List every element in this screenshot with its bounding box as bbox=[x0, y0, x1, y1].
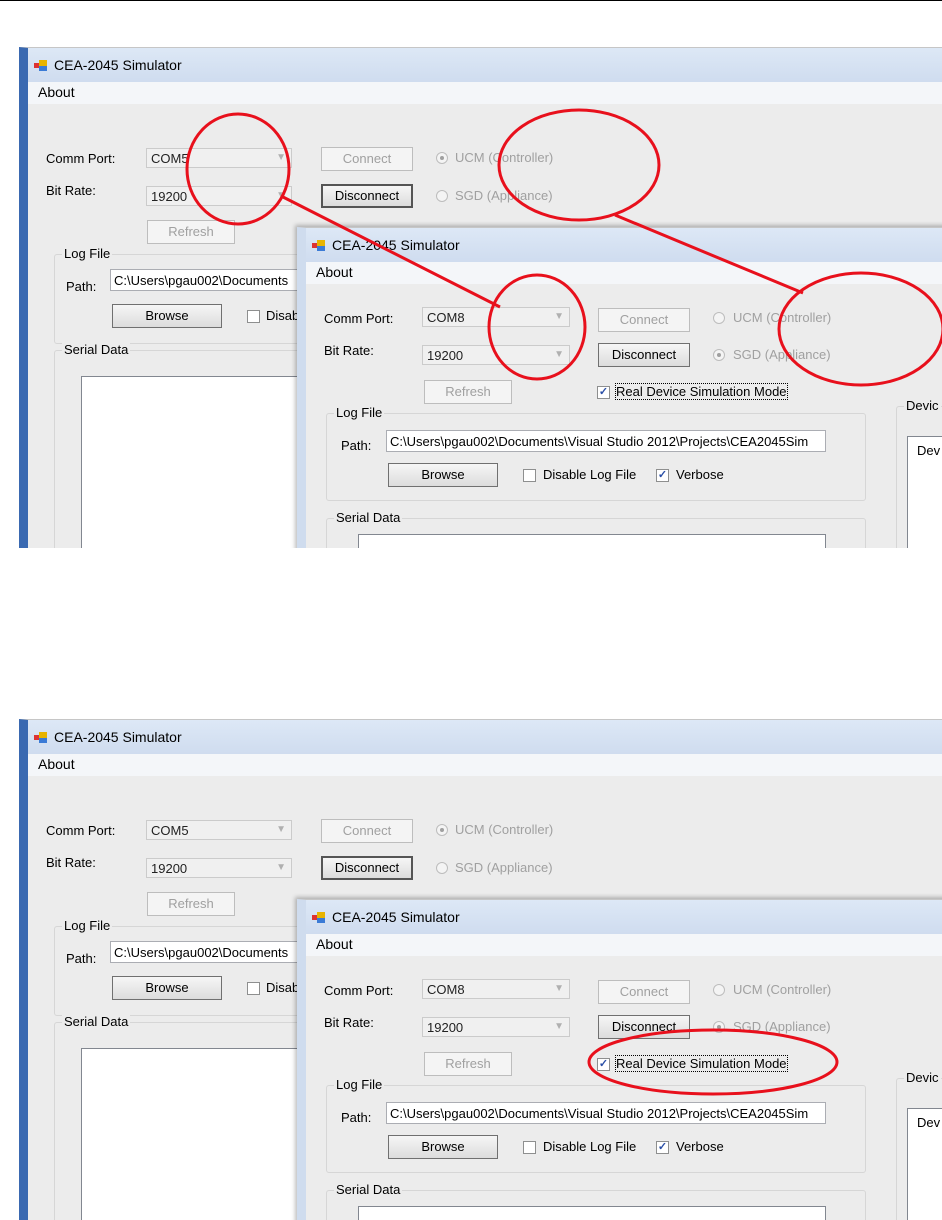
annotation-overlay bbox=[185, 108, 942, 387]
screenshot-panel-1: CEA-2045 Simulator About Comm Port: COM5… bbox=[19, 47, 942, 548]
top-rule bbox=[0, 0, 942, 1]
annotation-connector-1 bbox=[282, 195, 501, 309]
annotation-circle-real-device-mode bbox=[587, 1028, 839, 1096]
annotation-overlay bbox=[587, 1028, 839, 1096]
annotation-connector-2 bbox=[614, 213, 804, 295]
annotation-circle-mode bbox=[497, 108, 661, 222]
annotation-circle-comm-port bbox=[185, 112, 291, 226]
annotation-circle-front-comm-port bbox=[487, 273, 587, 381]
annotation-circle-front-mode bbox=[777, 271, 942, 387]
screenshot-panel-2: CEA-2045 Simulator About Comm Port: COM5… bbox=[19, 719, 942, 1220]
